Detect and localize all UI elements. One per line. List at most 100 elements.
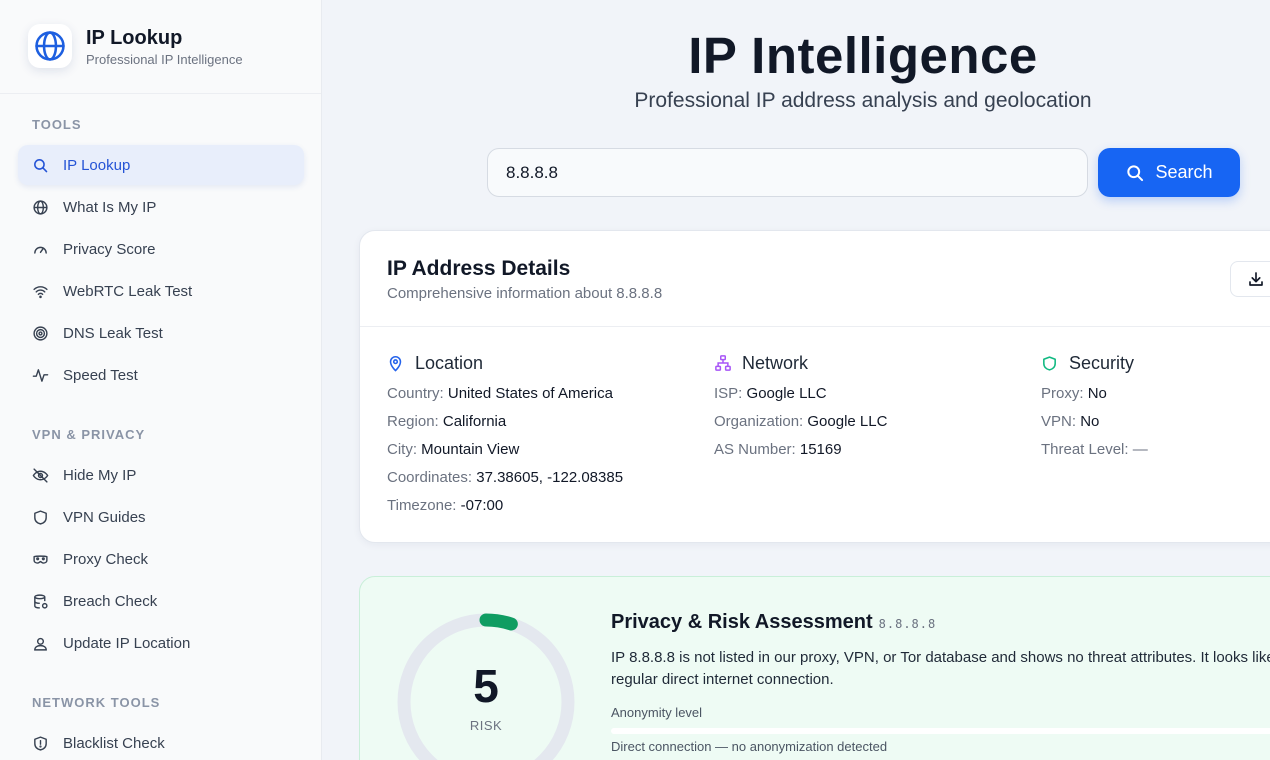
shield-icon	[31, 508, 49, 526]
sidebar-item-proxy-check[interactable]: Proxy Check	[18, 539, 304, 579]
network-icon	[714, 354, 732, 372]
location-heading: Location	[415, 352, 484, 373]
wifi-icon	[31, 282, 49, 300]
radar-icon	[31, 324, 49, 342]
database-icon	[31, 592, 49, 610]
sidebar-item-update-ip-location[interactable]: Update IP Location	[18, 623, 304, 663]
field-label: Coordinates:	[387, 469, 473, 486]
privacy-title-text: Privacy & Risk Assessment	[611, 611, 873, 633]
network-heading: Network	[742, 352, 809, 373]
card-subtitle: Comprehensive information about 8.8.8.8	[387, 285, 663, 302]
city-value: Mountain View	[421, 441, 520, 458]
shield-check-icon	[1041, 354, 1059, 372]
field-label: City:	[387, 441, 417, 458]
security-heading: Security	[1069, 352, 1135, 373]
card-title: IP Address Details	[387, 257, 571, 280]
field-label: Country:	[387, 385, 444, 402]
sidebar-item-speed-test[interactable]: Speed Test	[18, 355, 304, 395]
threat-level-row: Threat Level: —	[1041, 441, 1148, 459]
sidebar-item-label: Speed Test	[63, 366, 138, 384]
as-number-value: 15169	[799, 441, 842, 458]
brand-title[interactable]: IP Lookup	[86, 27, 182, 50]
vpn-value: No	[1080, 413, 1100, 430]
risk-score-value: 5	[473, 660, 499, 712]
connection-status: Direct connection — no anonymization det…	[611, 739, 888, 754]
sidebar-item-label: Blacklist Check	[63, 734, 165, 752]
privacy-ip: 8.8.8.8	[878, 617, 937, 631]
sidebar-item-label: Proxy Check	[63, 550, 149, 568]
privacy-risk-card: 5 RISK Privacy & Risk Assessment 8.8.8.8 …	[359, 576, 1270, 760]
sidebar-item-breach-check[interactable]: Breach Check	[18, 581, 304, 621]
globe-icon	[31, 198, 49, 216]
anonymity-bar	[611, 728, 1270, 734]
privacy-title: Privacy & Risk Assessment 8.8.8.8	[611, 611, 936, 634]
field-label: Organization:	[714, 413, 804, 430]
timezone-value: -07:00	[460, 497, 504, 514]
privacy-description: IP 8.8.8.8 is not listed in our proxy, V…	[611, 649, 1270, 688]
anonymity-label: Anonymity level	[611, 705, 703, 720]
isp-row: ISP: Google LLC	[714, 385, 887, 403]
field-label: ISP:	[714, 385, 743, 402]
proxy-row: Proxy: No	[1041, 385, 1148, 403]
sidebar-item-label: Privacy Score	[63, 240, 156, 258]
sidebar-item-label: Update IP Location	[63, 634, 191, 652]
search-button-label: Search	[1155, 162, 1213, 182]
sidebar-item-ip-lookup[interactable]: IP Lookup	[18, 145, 304, 185]
sidebar-item-dns-leak-test[interactable]: DNS Leak Test	[18, 313, 304, 353]
brand-header: IP Lookup Professional IP Intelligence	[0, 0, 321, 94]
as-number-row: AS Number: 15169	[714, 441, 887, 459]
search-button[interactable]: Search	[1098, 148, 1240, 197]
page-title: IP Intelligence	[688, 27, 1038, 84]
ip-details-card: IP Address Details Comprehensive informa…	[359, 230, 1270, 543]
sidebar-item-label: DNS Leak Test	[63, 324, 163, 342]
card-header: IP Address Details Comprehensive informa…	[360, 231, 1270, 327]
download-icon	[1247, 270, 1265, 288]
sidebar-item-blacklist-check[interactable]: Blacklist Check	[18, 723, 304, 760]
region-row: Region: California	[387, 413, 623, 431]
eye-off-icon	[31, 466, 49, 484]
user-pin-icon	[31, 634, 49, 652]
field-label: Proxy:	[1041, 385, 1084, 402]
vpn-row: VPN: No	[1041, 413, 1148, 431]
field-label: Threat Level:	[1041, 441, 1129, 458]
sidebar-item-what-is-my-ip[interactable]: What Is My IP	[18, 187, 304, 227]
security-section: Security Proxy: No VPN: No Threat Level:…	[1041, 351, 1148, 459]
globe-logo-icon[interactable]	[28, 24, 72, 68]
country-value: United States of America	[447, 385, 613, 402]
coordinates-value: 37.38605, -122.08385	[476, 469, 624, 486]
sidebar-item-label: What Is My IP	[63, 198, 157, 216]
field-label: AS Number:	[714, 441, 796, 458]
organization-value: Google LLC	[807, 413, 888, 430]
mask-icon	[31, 550, 49, 568]
search-icon	[31, 156, 49, 174]
country-row: Country: United States of America	[387, 385, 623, 403]
sidebar-item-label: IP Lookup	[63, 156, 131, 174]
sidebar-item-label: WebRTC Leak Test	[63, 282, 193, 300]
shield-alert-icon	[31, 734, 49, 752]
field-label: Timezone:	[387, 497, 457, 514]
page-subtitle: Professional IP address analysis and geo…	[634, 89, 1092, 112]
gauge-fill	[479, 613, 518, 631]
proxy-value: No	[1087, 385, 1107, 402]
coordinates-row: Coordinates: 37.38605, -122.08385	[387, 469, 623, 487]
ip-search-input[interactable]	[487, 148, 1088, 197]
sidebar-item-webrtc-leak-test[interactable]: WebRTC Leak Test	[18, 271, 304, 311]
city-row: City: Mountain View	[387, 441, 623, 459]
location-section: Location Country: United States of Ameri…	[387, 351, 623, 515]
threat-level-value: —	[1132, 441, 1148, 458]
sidebar-item-label: Breach Check	[63, 592, 158, 610]
section-label-network-tools: NETWORK TOOLS	[32, 695, 161, 710]
sidebar-item-hide-my-ip[interactable]: Hide My IP	[18, 455, 304, 495]
region-value: California	[442, 413, 507, 430]
organization-row: Organization: Google LLC	[714, 413, 887, 431]
map-pin-icon	[387, 354, 405, 372]
network-section: Network ISP: Google LLC Organization: Go…	[714, 351, 887, 459]
gauge-icon	[31, 240, 49, 258]
sidebar-item-vpn-guides[interactable]: VPN Guides	[18, 497, 304, 537]
sidebar-item-privacy-score[interactable]: Privacy Score	[18, 229, 304, 269]
brand-subtitle: Professional IP Intelligence	[86, 52, 243, 67]
sidebar: IP Lookup Professional IP Intelligence T…	[0, 0, 322, 760]
download-button[interactable]	[1230, 261, 1270, 297]
field-label: VPN:	[1041, 413, 1077, 430]
sidebar-item-label: VPN Guides	[63, 508, 146, 526]
